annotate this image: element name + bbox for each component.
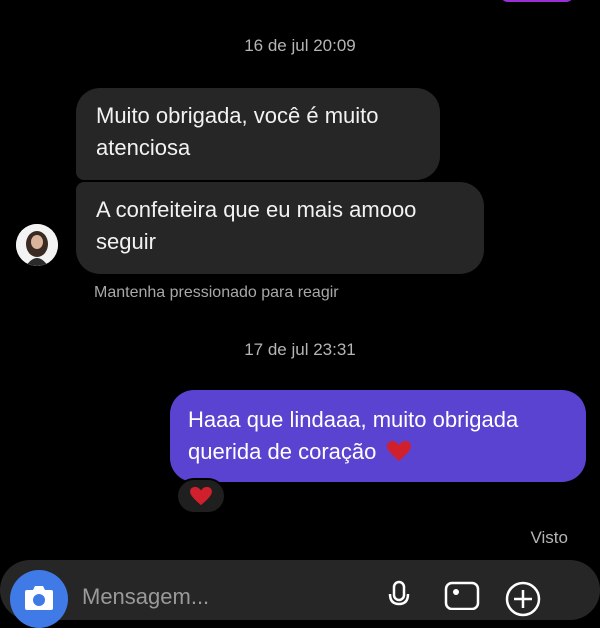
- camera-icon: [25, 586, 53, 610]
- timestamp-divider: 16 de jul 20:09: [244, 36, 356, 55]
- gallery-icon: [444, 581, 480, 611]
- heart-emoji: [386, 439, 412, 461]
- message-text: A confeiteira que eu mais amooo seguir: [96, 197, 417, 254]
- add-circle-icon: [505, 581, 541, 617]
- add-button[interactable]: [504, 580, 542, 623]
- seen-status: Visto: [530, 528, 569, 547]
- previous-message-bubble-edge: [500, 0, 574, 2]
- microphone-icon: [388, 580, 410, 606]
- reaction-hint: Mantenha pressionado para reagir: [94, 284, 339, 301]
- outgoing-message-bubble[interactable]: Haaa que lindaaa, muito obrigada querida…: [170, 390, 586, 482]
- message-text: Haaa que lindaaa, muito obrigada querida…: [188, 407, 519, 464]
- heart-icon: [190, 486, 212, 506]
- heart-reaction[interactable]: [176, 478, 226, 514]
- profile-photo: [16, 224, 58, 266]
- incoming-message-bubble[interactable]: A confeiteira que eu mais amooo seguir: [76, 182, 484, 274]
- incoming-message-bubble[interactable]: Muito obrigada, você é muito atenciosa: [76, 88, 440, 180]
- camera-button[interactable]: [10, 570, 68, 628]
- message-input[interactable]: [82, 584, 362, 610]
- avatar[interactable]: [16, 224, 58, 266]
- microphone-button[interactable]: [388, 580, 410, 615]
- message-text: Muito obrigada, você é muito atenciosa: [96, 103, 379, 160]
- gallery-button[interactable]: [444, 580, 480, 615]
- timestamp-divider: 17 de jul 23:31: [244, 340, 356, 359]
